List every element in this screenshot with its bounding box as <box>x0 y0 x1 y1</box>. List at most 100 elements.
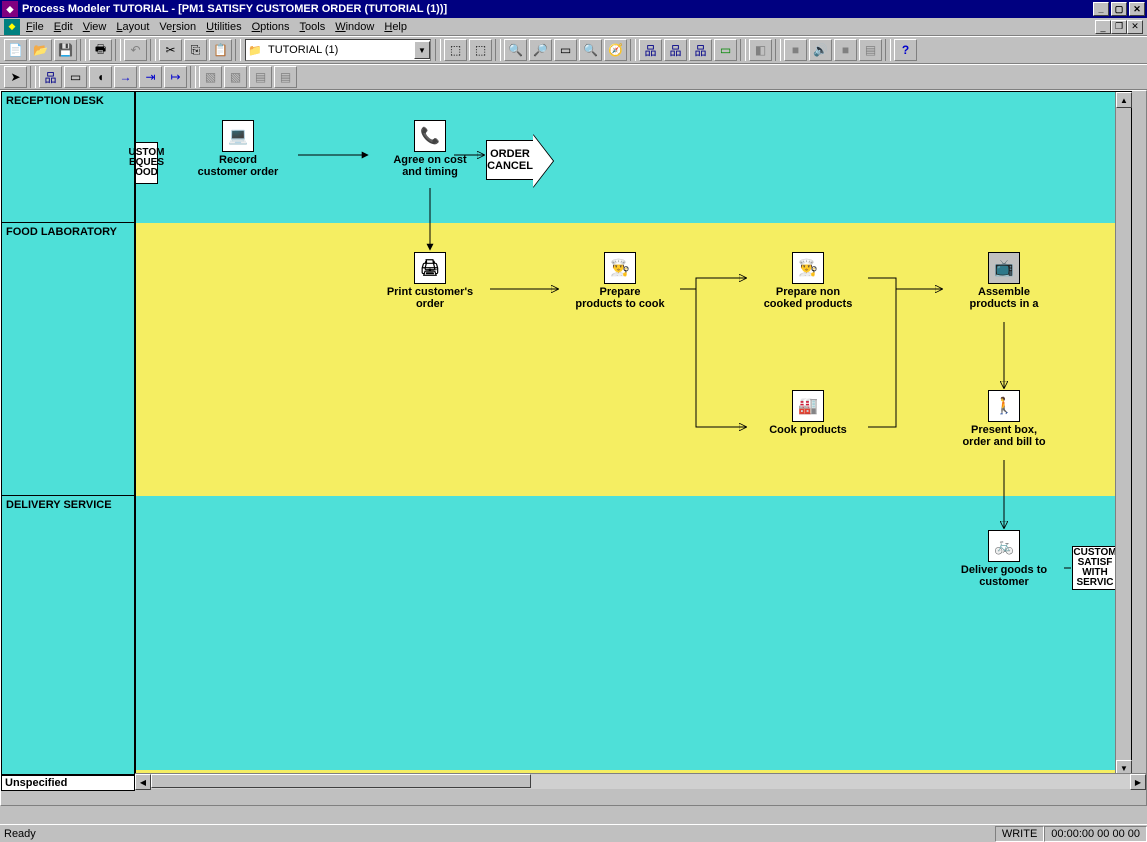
round-tool[interactable]: ◖ <box>89 66 112 88</box>
diagram-canvas[interactable]: USTOM EQUES OOD 💻 Recordcustomer order 📞… <box>135 91 1132 775</box>
maximize-button[interactable]: ▢ <box>1111 2 1127 16</box>
node-label: Print customer'sorder <box>370 286 490 310</box>
outcome-order-cancel[interactable]: ORDERCANCEL <box>486 140 534 180</box>
tool-a[interactable]: ⬚ <box>444 39 467 61</box>
node-label: Assembleproducts in a <box>944 286 1064 310</box>
menu-view[interactable]: View <box>83 21 107 33</box>
combo-dropdown-button[interactable]: ▼ <box>414 41 430 59</box>
cut-button[interactable]: ✂ <box>159 39 182 61</box>
org-d-button[interactable]: ▭ <box>714 39 737 61</box>
media-d[interactable]: ■ <box>834 39 857 61</box>
close-button[interactable]: ✕ <box>1129 2 1145 16</box>
menu-layout[interactable]: Layout <box>116 21 149 33</box>
media-c[interactable]: 🔊 <box>809 39 832 61</box>
media-a[interactable]: ◧ <box>749 39 772 61</box>
minimize-button[interactable]: _ <box>1093 2 1109 16</box>
status-time: 00:00:00 00 00 00 <box>1044 826 1147 842</box>
factory-icon: 🏭 <box>792 390 824 422</box>
scroll-left-button[interactable]: ◀ <box>135 774 151 790</box>
chef-icon: 👨‍🍳 <box>604 252 636 284</box>
shape-g[interactable]: ▤ <box>249 66 272 88</box>
tool-b[interactable]: ⬚ <box>469 39 492 61</box>
zoom-area-button[interactable]: ▭ <box>554 39 577 61</box>
shape-h[interactable]: ▤ <box>274 66 297 88</box>
lane-label-foodlab[interactable]: FOOD LABORATORY <box>1 223 135 496</box>
lane-unspecified-label: Unspecified <box>5 777 67 789</box>
menu-edit[interactable]: Edit <box>54 21 73 33</box>
new-button[interactable]: 📄 <box>4 39 27 61</box>
trigger-customer-request[interactable]: USTOM EQUES OOD <box>136 142 158 184</box>
trigger-text: USTOM EQUES OOD <box>129 148 165 178</box>
menu-options[interactable]: Options <box>252 21 290 33</box>
scroll-up-button[interactable]: ▲ <box>1116 92 1132 108</box>
undo-button[interactable]: ↶ <box>124 39 147 61</box>
node-label: Present box,order and bill to <box>944 424 1064 448</box>
org-a-button[interactable]: 品 <box>639 39 662 61</box>
combo-icon: 📁 <box>246 41 264 59</box>
org-b-button[interactable]: 品 <box>664 39 687 61</box>
rect-tool[interactable]: ▭ <box>64 66 87 88</box>
window-title: Process Modeler TUTORIAL - [PM1 SATISFY … <box>22 3 1091 15</box>
media-e[interactable]: ▤ <box>859 39 882 61</box>
outcome-text: CUSTOM SATISF WITH SERVIC <box>1073 548 1116 588</box>
combo-text: TUTORIAL (1) <box>264 44 414 56</box>
diagram-combo[interactable]: 📁 TUTORIAL (1) ▼ <box>245 39 431 61</box>
node-prepare-noncook[interactable]: 👨‍🍳 Prepare noncooked products <box>748 252 868 310</box>
node-label: Deliver goods tocustomer <box>944 564 1064 588</box>
lane-label-delivery[interactable]: DELIVERY SERVICE <box>1 496 135 775</box>
menu-version[interactable]: Version <box>159 21 196 33</box>
node-deliver[interactable]: 🚲 Deliver goods tocustomer <box>944 530 1064 588</box>
menu-file[interactable]: File <box>26 21 44 33</box>
status-mode: WRITE <box>995 826 1044 842</box>
phone-icon: 📞 <box>414 120 446 152</box>
menu-utilities[interactable]: Utilities <box>206 21 241 33</box>
scroll-right-button[interactable]: ▶ <box>1130 774 1146 790</box>
arrow-tool[interactable]: → <box>114 66 137 88</box>
bike-icon: 🚲 <box>988 530 1020 562</box>
print-button[interactable]: 🖶 <box>89 39 112 61</box>
shape-e[interactable]: ▧ <box>199 66 222 88</box>
outcome-customer-satisfied[interactable]: CUSTOM SATISF WITH SERVIC <box>1072 546 1117 590</box>
org-c-button[interactable]: 品 <box>689 39 712 61</box>
orgunit-tool[interactable]: 品 <box>39 66 62 88</box>
node-assemble[interactable]: 📺 Assembleproducts in a <box>944 252 1064 310</box>
paste-button[interactable]: 📋 <box>209 39 232 61</box>
flowin-tool[interactable]: ⇥ <box>139 66 162 88</box>
menu-help[interactable]: Help <box>384 21 407 33</box>
workspace: RECEPTION DESK FOOD LABORATORY DELIVERY … <box>0 90 1147 806</box>
shape-f[interactable]: ▧ <box>224 66 247 88</box>
node-print-order[interactable]: 🖨 Print customer'sorder <box>370 252 490 310</box>
flowout-tool[interactable]: ↦ <box>164 66 187 88</box>
menubar: ◆ File Edit View Layout Version Utilitie… <box>0 18 1147 36</box>
media-b[interactable]: ■ <box>784 39 807 61</box>
horizontal-scrollbar[interactable]: ◀ ▶ <box>135 773 1146 789</box>
app-icon: ◆ <box>2 1 18 17</box>
nav-button[interactable]: 🧭 <box>604 39 627 61</box>
toolbar-shapes: ➤ 品 ▭ ◖ → ⇥ ↦ ▧ ▧ ▤ ▤ <box>0 64 1147 90</box>
zoom-in-button[interactable]: 🔍 <box>504 39 527 61</box>
node-label: Agree on costand timing <box>370 154 490 178</box>
node-record-order[interactable]: 💻 Recordcustomer order <box>178 120 298 178</box>
mdi-close-button[interactable]: ✕ <box>1127 20 1143 34</box>
node-prepare-cook[interactable]: 👨‍🍳 Prepareproducts to cook <box>560 252 680 310</box>
menu-window[interactable]: Window <box>335 21 374 33</box>
lane-label-reception[interactable]: RECEPTION DESK <box>1 91 135 223</box>
node-cook[interactable]: 🏭 Cook products <box>748 390 868 436</box>
help-button[interactable]: ? <box>894 39 917 61</box>
node-label: Prepare noncooked products <box>748 286 868 310</box>
zoom-out-button[interactable]: 🔎 <box>529 39 552 61</box>
pointer-tool[interactable]: ➤ <box>4 66 27 88</box>
scroll-thumb[interactable] <box>151 774 531 788</box>
vertical-scrollbar[interactable]: ▲ ▼ <box>1115 92 1131 776</box>
zoom-fit-button[interactable]: 🔍 <box>579 39 602 61</box>
menu-tools[interactable]: Tools <box>300 21 326 33</box>
open-button[interactable]: 📂 <box>29 39 52 61</box>
node-present-box[interactable]: 🚶 Present box,order and bill to <box>944 390 1064 448</box>
mdi-minimize-button[interactable]: _ <box>1095 20 1111 34</box>
copy-button[interactable]: ⎘ <box>184 39 207 61</box>
node-agree-cost[interactable]: 📞 Agree on costand timing <box>370 120 490 178</box>
save-button[interactable]: 💾 <box>54 39 77 61</box>
mdi-restore-button[interactable]: ❐ <box>1111 20 1127 34</box>
box-icon: 📺 <box>988 252 1020 284</box>
lane-unspecified[interactable]: Unspecified <box>1 775 135 791</box>
